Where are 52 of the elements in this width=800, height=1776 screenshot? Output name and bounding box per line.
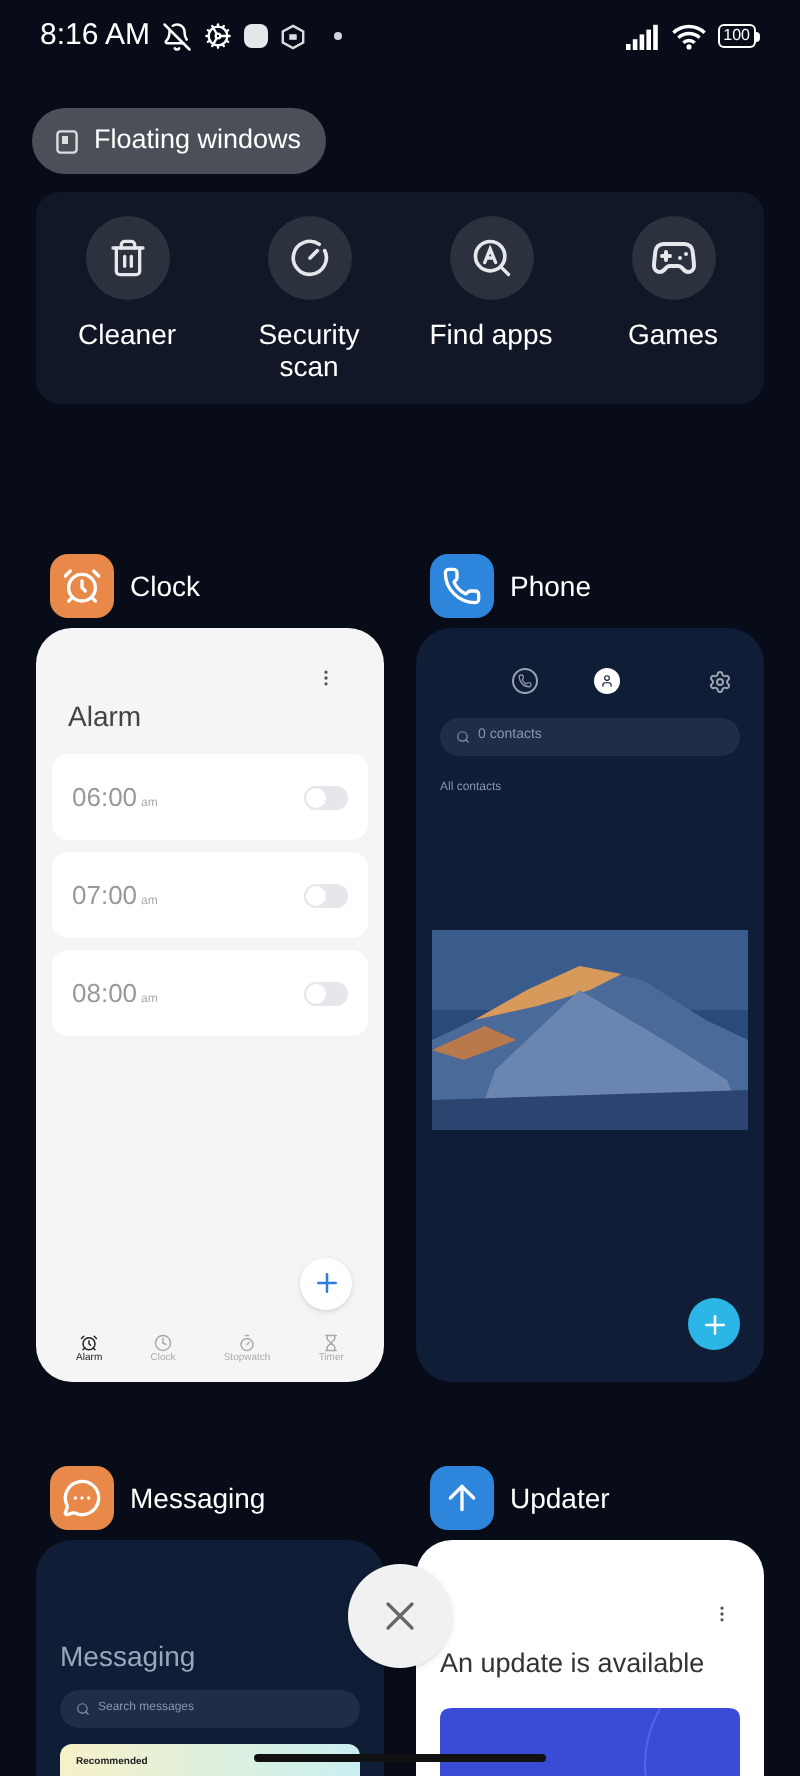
clock-time: 8:16 AM: [40, 15, 151, 56]
toggle-switch[interactable]: [304, 785, 348, 809]
window-icon: [56, 129, 78, 153]
tool-button[interactable]: [267, 216, 351, 300]
floating-windows-button[interactable]: Floating windows: [32, 108, 326, 174]
alarm-time: 07:00: [72, 877, 138, 914]
person-icon: [600, 674, 614, 688]
tool-label: Games: [625, 318, 721, 350]
search-icon: [456, 730, 470, 744]
trash-icon: [107, 238, 147, 278]
app-preview-card[interactable]: An update is available: [416, 1540, 764, 1776]
app-name: Phone: [510, 567, 591, 605]
bell-off-icon: [162, 21, 193, 51]
toggle-switch[interactable]: [304, 883, 348, 907]
add-button[interactable]: [688, 1298, 740, 1350]
toggle-switch[interactable]: [304, 981, 348, 1005]
app-name: Updater: [510, 1479, 610, 1518]
gauge-icon: [287, 236, 331, 280]
alarm-time: 06:00: [72, 779, 138, 816]
hourglass-icon: [322, 1333, 341, 1351]
search-icon: [469, 236, 513, 280]
tool-button[interactable]: [449, 216, 533, 300]
stopwatch-icon: [238, 1333, 257, 1351]
hexagon-icon: [280, 23, 307, 49]
phone-icon[interactable]: [430, 554, 494, 618]
alarm-clock-icon: [80, 1333, 99, 1351]
phone-icon: [518, 674, 532, 688]
page-title: Alarm: [66, 698, 144, 736]
signal-icon: [625, 23, 660, 49]
tool-label: Security scan: [256, 318, 362, 382]
clock-icon: [153, 1333, 172, 1351]
tool-button[interactable]: [85, 216, 169, 300]
alarm-time: 08:00: [72, 975, 138, 1012]
settings-icon: [708, 669, 732, 693]
page-title: Messaging: [60, 1638, 198, 1677]
app-name: Clock: [130, 567, 201, 605]
app-name: Messaging: [130, 1479, 266, 1518]
tool-button[interactable]: [631, 216, 715, 300]
tool-label: Find apps: [427, 318, 555, 350]
wifi-icon: [671, 23, 706, 49]
up-arrow-icon[interactable]: [430, 1466, 494, 1530]
plus-icon: [699, 1309, 729, 1339]
plus-icon: [311, 1268, 341, 1298]
gear-icon: [204, 22, 233, 50]
battery-icon: 100: [717, 24, 760, 48]
tool-label: Cleaner: [75, 318, 179, 350]
chat-bubble-icon[interactable]: [50, 1466, 114, 1530]
contacts-tab[interactable]: [594, 668, 620, 694]
search-icon: [76, 1701, 90, 1716]
phone-tab[interactable]: [512, 668, 538, 694]
alarm-clock-icon[interactable]: [50, 554, 114, 618]
page-title: An update is available: [440, 1646, 707, 1682]
